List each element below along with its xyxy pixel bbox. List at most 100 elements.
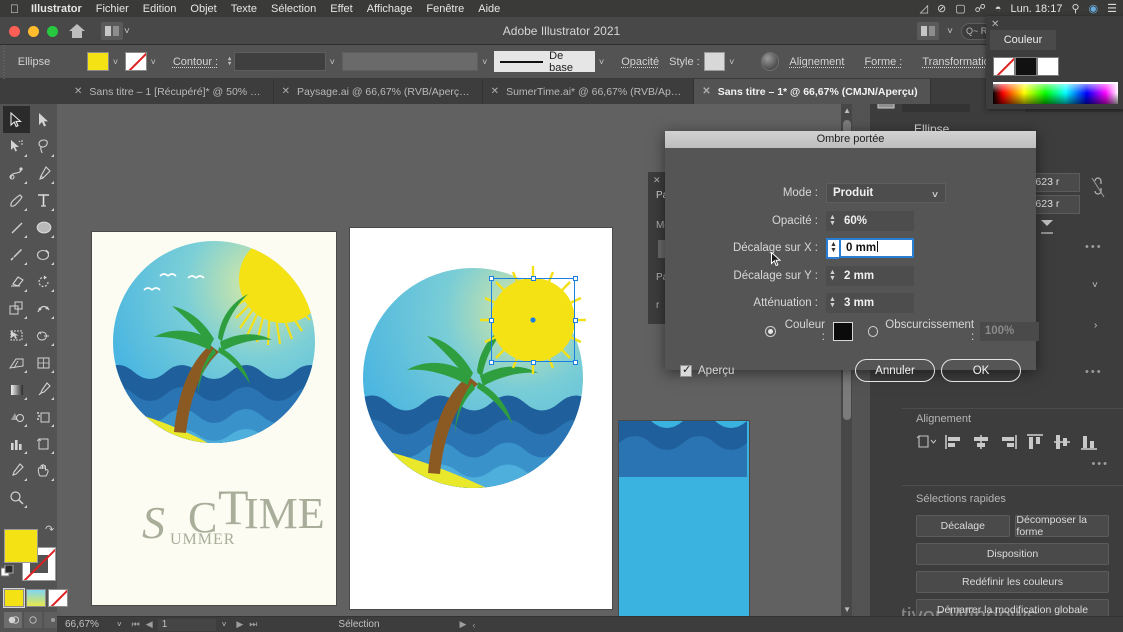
swatch-white[interactable] [1037,57,1059,76]
selection-handle[interactable] [489,318,494,323]
close-icon[interactable]: ✕ [653,175,661,186]
shadow-color-chip[interactable] [832,321,853,341]
artboard-summer-time-card[interactable]: C T IME UMMER S [92,232,336,605]
quick-action-decomposer-forme[interactable]: Décomposer la forme [1015,514,1109,538]
zoom-level[interactable]: 66,67% [57,619,113,630]
shaper-tool[interactable] [30,241,57,268]
close-icon[interactable]: ✕ [991,19,999,30]
chevron-down-icon[interactable]: ˅ [599,57,604,67]
selection-handle[interactable] [489,360,494,365]
recolor-globe-icon[interactable] [760,52,780,71]
align-center-v-icon[interactable] [1053,434,1071,450]
stroke-label[interactable]: Contour : [173,56,218,68]
align-right-icon[interactable] [999,434,1017,450]
align-left-icon[interactable] [945,434,963,450]
unlink-icon[interactable] [1090,177,1106,199]
opacity-stepper[interactable]: ▲ ▼ [826,211,839,231]
transform-more-options-icon[interactable]: ••• [1085,241,1103,253]
line-segment-tool[interactable] [3,214,30,241]
selection-handle[interactable] [531,276,536,281]
default-fill-stroke-icon[interactable] [1,565,14,578]
paintbrush-tool[interactable] [3,241,30,268]
resize-icon[interactable]: ‹ [472,620,475,630]
artboard-active-document[interactable] [350,228,612,609]
shape-builder-tool[interactable] [30,322,57,349]
ellipse-tool[interactable] [30,214,57,241]
bluetooth-icon[interactable]: ☍ [975,2,986,15]
color-mode-flat[interactable] [3,588,25,608]
fill-color-box[interactable] [4,529,38,563]
free-transform-tool[interactable] [3,322,30,349]
align-bottom-icon[interactable] [1080,434,1098,450]
document-tab[interactable]: ✕ Paysage.ai @ 66,67% (RVB/Aperç… [273,79,483,104]
magic-wand-tool[interactable] [3,133,30,160]
document-tab-active[interactable]: ✕ Sans titre – 1* @ 66,67% (CMJN/Aperçu) [694,79,931,104]
mode-select[interactable]: Produit ˅ [826,183,946,203]
selection-handle[interactable] [573,276,578,281]
artboard-number-field[interactable]: 1 [157,618,216,631]
eyedropper-tool[interactable] [30,376,57,403]
selection-handle[interactable] [531,360,536,365]
play-icon[interactable]: ▶ [460,619,467,630]
offset-y-stepper[interactable]: ▲ ▼ [826,266,839,286]
color-panel[interactable]: ✕ Couleur [986,16,1123,109]
menu-texte[interactable]: Texte [231,3,257,15]
swatch-black[interactable] [1015,57,1037,76]
chevron-down-icon[interactable]: ˅ [947,26,953,37]
document-tab[interactable]: ✕ Sans titre – 1 [Récupéré]* @ 50% … [66,79,274,104]
document-tab[interactable]: ✕ SumerTime.ai* @ 66,67% (RVB/Ap… [482,79,695,104]
graphic-style-swatch[interactable] [703,52,726,71]
selection-tool[interactable] [3,106,30,133]
creative-cloud-icon[interactable]: ◿ [920,2,928,15]
color-radio[interactable] [765,325,776,337]
wifi-icon[interactable]: ◓ [995,3,1002,15]
color-mode-gradient[interactable] [26,589,46,607]
blend-tool[interactable] [3,403,30,430]
stroke-profile-field[interactable] [341,52,479,71]
align-top-icon[interactable] [1026,434,1044,450]
shape-label[interactable]: Forme : [864,56,902,68]
gradient-tool[interactable] [3,376,30,403]
close-icon[interactable]: ✕ [74,86,82,97]
close-icon[interactable]: ✕ [282,86,290,97]
arrange-documents-icon[interactable] [917,22,940,40]
stroke-weight-stepper[interactable]: ▴ ▾ [228,56,231,67]
preview-checkbox[interactable] [680,363,692,377]
scroll-up-icon[interactable]: ▲ [843,106,851,115]
zoom-tool[interactable] [3,484,30,511]
curvature-tool[interactable] [3,160,30,187]
brush-definition-select[interactable]: De base [494,50,595,74]
swap-fill-stroke-icon[interactable]: ↷ [45,523,54,536]
selection-handle[interactable] [573,360,578,365]
selection-handle[interactable] [489,276,494,281]
opacity-input[interactable]: 60% [839,211,914,231]
perspective-grid-tool[interactable] [3,349,30,376]
menu-edition[interactable]: Edition [143,3,177,15]
align-center-h-icon[interactable] [972,434,990,450]
effects-chevron-icon[interactable]: › [1094,320,1097,331]
direct-selection-tool[interactable] [30,106,57,133]
menu-illustrator[interactable]: Illustrator [31,3,82,15]
type-tool[interactable] [30,187,57,214]
quick-action-decalage[interactable]: Décalage [916,515,1010,537]
chevron-down-icon[interactable]: ˅ [117,620,122,629]
color-panel-tab[interactable]: Couleur [990,30,1056,50]
align-to-artboard-icon[interactable] [916,434,936,450]
appearance-more-options-icon[interactable]: ••• [1085,366,1103,378]
chevron-down-icon[interactable]: ˅ [482,57,487,67]
artboard-tool[interactable] [30,430,57,457]
chevron-down-icon[interactable]: ˅ [729,57,734,67]
color-mode-none[interactable] [48,589,68,607]
blur-input[interactable]: 3 mm [839,293,914,313]
chevron-down-icon[interactable]: ˅ [222,620,227,629]
close-icon[interactable]: ✕ [491,86,499,97]
fill-swatch[interactable] [87,52,109,71]
mesh-tool[interactable] [30,349,57,376]
blur-stepper[interactable]: ▲ ▼ [826,293,839,313]
hand-tool[interactable] [30,457,57,484]
search-icon[interactable]: ⚲ [1071,2,1079,15]
prev-artboard-icon[interactable]: ◀ [146,619,153,630]
stroke-swatch[interactable] [125,52,147,71]
offset-y-input[interactable]: 2 mm [839,266,914,286]
alignment-label[interactable]: Alignement [789,56,844,68]
